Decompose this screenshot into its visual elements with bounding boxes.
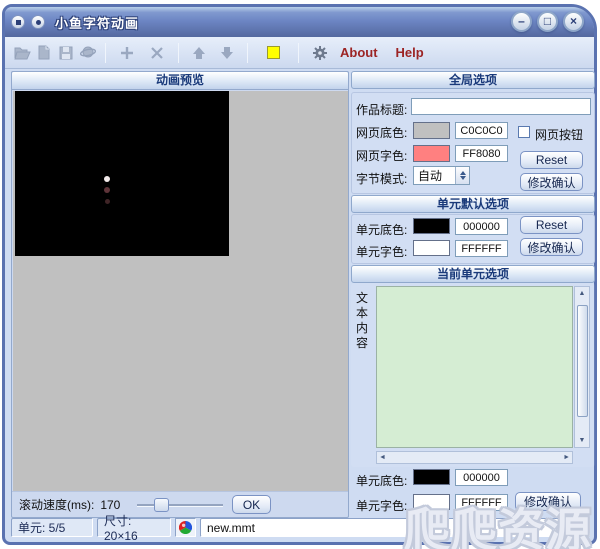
web-bg-label: 网页底色: bbox=[356, 126, 408, 140]
window-controls: – □ × bbox=[511, 11, 584, 32]
vertical-scroll-thumb[interactable] bbox=[577, 305, 588, 417]
preview-header: 动画预览 bbox=[12, 72, 348, 90]
preview-dot bbox=[104, 176, 110, 182]
web-bg-swatch[interactable] bbox=[413, 122, 450, 139]
settings-gear-icon[interactable] bbox=[309, 43, 331, 63]
statusbar: 单元: 5/5 尺寸: 20×16 new.mmt bbox=[5, 514, 594, 543]
default-bg-hex-input[interactable] bbox=[455, 218, 508, 235]
web-bg-hex-input[interactable] bbox=[455, 122, 508, 139]
web-fg-label: 网页字色: bbox=[356, 149, 408, 163]
delete-unit-icon[interactable] bbox=[146, 43, 168, 63]
default-confirm-button[interactable]: 修改确认 bbox=[520, 238, 583, 256]
default-bg-label: 单元底色: bbox=[356, 223, 408, 237]
byte-mode-label: 字节模式: bbox=[356, 172, 408, 186]
web-fg-hex-input[interactable] bbox=[455, 145, 508, 162]
speed-slider-thumb[interactable] bbox=[154, 498, 169, 512]
status-unit-count: 单元: 5/5 bbox=[11, 518, 93, 537]
scroll-up-icon[interactable]: ▲ bbox=[577, 287, 588, 300]
current-fg-hex-input[interactable] bbox=[455, 494, 508, 511]
preview-dot bbox=[104, 187, 110, 193]
text-content-label: 文本内容 bbox=[355, 291, 368, 350]
speed-control-row: 滚动速度(ms): 170 OK bbox=[12, 491, 348, 517]
combo-spinner-icon[interactable] bbox=[455, 167, 469, 184]
current-confirm-button[interactable]: 修改确认 bbox=[515, 492, 581, 511]
color-ball-icon bbox=[175, 518, 196, 537]
toolbar-separator bbox=[178, 42, 179, 63]
global-reset-button[interactable]: Reset bbox=[520, 151, 583, 169]
work-title-label: 作品标题: bbox=[356, 103, 408, 117]
app-window: 小鱼字符动画 – □ × About Help 动画预览 滚动速度(ms): 1… bbox=[2, 4, 597, 545]
preview-animation-area bbox=[15, 91, 229, 256]
new-file-icon[interactable] bbox=[33, 43, 55, 63]
dot-glyph-icon bbox=[35, 19, 41, 25]
speed-slider[interactable] bbox=[137, 498, 223, 512]
unit-defaults-header: 单元默认选项 bbox=[351, 195, 595, 213]
scroll-left-icon[interactable]: ◄ bbox=[377, 451, 388, 464]
byte-mode-value: 自动 bbox=[418, 169, 443, 183]
status-size: 尺寸: 20×16 bbox=[97, 514, 171, 543]
byte-mode-combobox[interactable]: 自动 bbox=[413, 166, 470, 185]
add-unit-icon[interactable] bbox=[116, 43, 138, 63]
horizontal-scrollbar[interactable]: ◄ ► bbox=[376, 451, 573, 464]
maximize-button[interactable]: □ bbox=[537, 11, 558, 32]
current-bg-hex-input[interactable] bbox=[455, 469, 508, 486]
color-swatch-yellow-icon[interactable] bbox=[262, 43, 284, 63]
scroll-right-icon[interactable]: ► bbox=[561, 451, 572, 464]
open-file-icon[interactable] bbox=[11, 43, 33, 63]
preview-dot bbox=[105, 199, 110, 204]
toolbar-separator bbox=[247, 42, 248, 63]
current-unit-header: 当前单元选项 bbox=[351, 265, 595, 283]
toolbar-separator bbox=[298, 42, 299, 63]
text-content-textarea[interactable] bbox=[376, 286, 573, 448]
work-title-input[interactable] bbox=[411, 98, 591, 115]
default-fg-swatch[interactable] bbox=[413, 240, 450, 256]
global-confirm-button[interactable]: 修改确认 bbox=[520, 173, 583, 191]
speed-value: 170 bbox=[100, 497, 121, 512]
vertical-scrollbar[interactable]: ▲ ▼ bbox=[574, 286, 590, 448]
default-fg-hex-input[interactable] bbox=[455, 240, 508, 257]
current-fg-label: 单元字色: bbox=[356, 499, 408, 513]
web-button-label: 网页按钮 bbox=[535, 128, 584, 142]
options-panel: 全局选项 作品标题: 网页底色: 网页按钮 网页字色: Reset 字节模式: … bbox=[351, 71, 595, 517]
status-filename: new.mmt bbox=[200, 518, 590, 537]
save-icon[interactable] bbox=[55, 43, 77, 63]
minimize-button[interactable]: – bbox=[511, 11, 532, 32]
current-bg-label: 单元底色: bbox=[356, 474, 408, 488]
titlebar[interactable]: 小鱼字符动画 – □ × bbox=[5, 7, 594, 37]
toolbar-separator bbox=[105, 42, 106, 63]
ok-button[interactable]: OK bbox=[232, 495, 271, 514]
scroll-down-icon[interactable]: ▼ bbox=[577, 434, 588, 447]
help-button[interactable]: Help bbox=[396, 45, 424, 60]
animation-preview-panel: 动画预览 滚动速度(ms): 170 OK bbox=[11, 71, 349, 518]
window-title: 小鱼字符动画 bbox=[55, 15, 140, 31]
speed-label: 滚动速度(ms): bbox=[19, 498, 95, 512]
move-up-icon[interactable] bbox=[188, 43, 210, 63]
default-reset-button[interactable]: Reset bbox=[520, 216, 583, 234]
move-down-icon[interactable] bbox=[216, 43, 238, 63]
app-menu-icon[interactable] bbox=[11, 15, 25, 29]
current-fg-swatch[interactable] bbox=[413, 494, 450, 510]
preview-canvas[interactable] bbox=[13, 91, 348, 491]
browser-export-icon[interactable] bbox=[77, 43, 99, 63]
default-bg-swatch[interactable] bbox=[413, 218, 450, 234]
global-options-header: 全局选项 bbox=[351, 71, 595, 89]
default-fg-label: 单元字色: bbox=[356, 245, 408, 259]
square-glyph-icon bbox=[15, 19, 21, 25]
web-fg-swatch[interactable] bbox=[413, 145, 450, 162]
page: 小鱼字符动画 – □ × About Help 动画预览 滚动速度(ms): 1… bbox=[0, 0, 600, 549]
web-button-checkbox[interactable] bbox=[518, 126, 530, 138]
close-button[interactable]: × bbox=[563, 11, 584, 32]
about-button[interactable]: About bbox=[340, 45, 378, 60]
toolbar: About Help bbox=[5, 37, 594, 69]
app-menu2-icon[interactable] bbox=[31, 15, 45, 29]
current-bg-swatch[interactable] bbox=[413, 469, 450, 485]
